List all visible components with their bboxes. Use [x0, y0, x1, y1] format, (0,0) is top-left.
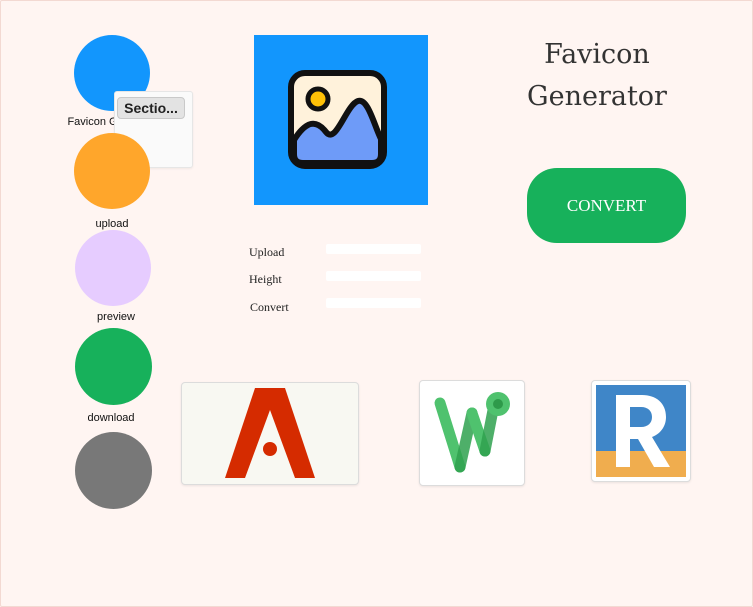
upload-input[interactable] — [326, 244, 421, 254]
nav-label-download: download — [87, 412, 135, 424]
logo-card-w[interactable] — [419, 380, 525, 486]
form-label-height: Height — [249, 272, 282, 286]
letter-a-logo-icon — [225, 388, 315, 478]
convert-input[interactable] — [326, 298, 421, 308]
nav-label-preview: preview — [97, 311, 135, 323]
letter-w-logo-icon — [434, 392, 510, 473]
nav-label-upload: upload — [95, 218, 129, 230]
form-label-upload: Upload — [249, 245, 285, 259]
section-button[interactable]: Sectio... — [117, 97, 185, 119]
nav-circle-download[interactable] — [75, 328, 152, 405]
nav-circle-upload[interactable] — [74, 133, 150, 209]
image-icon — [288, 70, 387, 169]
logo-card-a[interactable] — [181, 382, 359, 485]
nav-circle-preview[interactable] — [75, 230, 151, 306]
letter-r-logo-icon — [596, 385, 686, 477]
preview-tile — [254, 35, 428, 205]
form-label-convert: Convert — [250, 300, 289, 314]
page-title: Favicon Generator — [527, 39, 667, 112]
height-input[interactable] — [326, 271, 421, 281]
convert-button[interactable]: CONVERT — [527, 168, 686, 243]
nav-circle-extra[interactable] — [75, 432, 152, 509]
logo-card-r[interactable] — [591, 380, 691, 482]
